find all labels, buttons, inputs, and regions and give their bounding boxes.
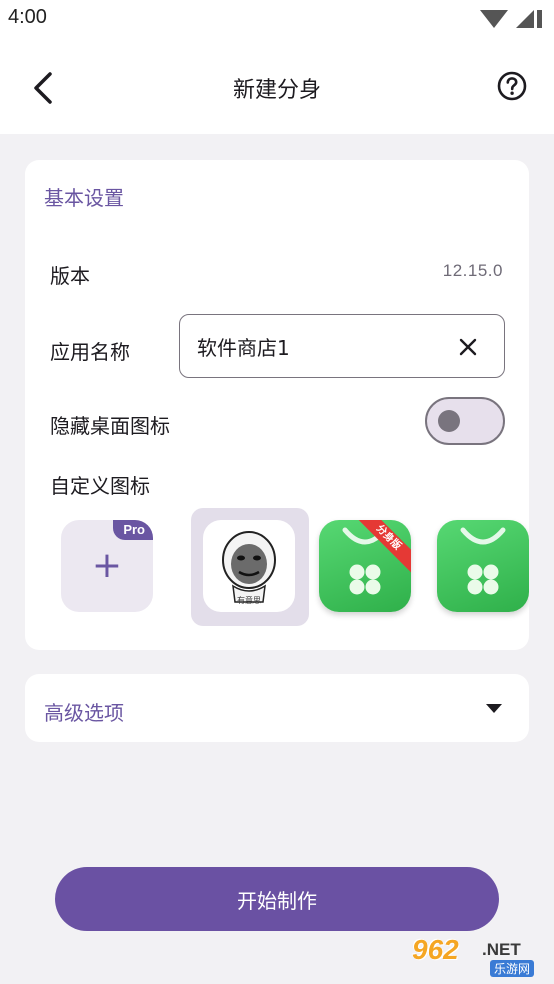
watermark-sub: 乐游网 [490, 960, 535, 977]
status-icons [480, 10, 542, 28]
app-name-field[interactable] [179, 314, 505, 378]
pro-badge: Pro [113, 520, 153, 540]
app-name-label: 应用名称 [50, 340, 130, 364]
watermark-net: .NET [482, 940, 521, 959]
custom-icon-label: 自定义图标 [50, 474, 150, 498]
toggle-knob [438, 410, 460, 432]
version-label: 版本 [50, 264, 90, 288]
icon-option-store-clone[interactable]: 分身版 [319, 508, 437, 626]
custom-icon-list: Pro + 有意思 分身版 [61, 508, 529, 626]
icon-option-meme-face[interactable]: 有意思 [191, 508, 309, 626]
status-bar: 4:00 [0, 0, 554, 38]
page-title: 新建分身 [232, 78, 321, 103]
store-bag-icon [342, 527, 388, 595]
basic-settings-card: 基本设置 版本 12.15.0 应用名称 隐藏桌面图标 自定义图标 Pro + [25, 160, 529, 650]
advanced-options-card[interactable]: 高级选项 [25, 674, 529, 742]
wifi-icon [480, 10, 508, 28]
section-title-basic: 基本设置 [44, 186, 124, 210]
dropdown-arrow-icon[interactable] [485, 702, 503, 714]
version-value: 12.15.0 [442, 261, 503, 280]
clear-icon[interactable] [454, 333, 482, 361]
plus-icon: + [91, 545, 123, 586]
hide-icon-label: 隐藏桌面图标 [50, 414, 170, 438]
battery-icon [537, 10, 542, 28]
status-time: 4:00 [8, 6, 47, 28]
help-icon[interactable] [496, 70, 528, 102]
store-bag-icon [460, 527, 506, 595]
start-button[interactable]: 开始制作 [55, 867, 499, 931]
meme-face-caption: 有意思 [237, 596, 261, 605]
app-bar: 新建分身 [0, 38, 554, 134]
app-name-input[interactable] [197, 331, 437, 361]
advanced-options-title: 高级选项 [44, 701, 124, 725]
hide-icon-toggle[interactable] [425, 397, 505, 445]
add-icon-option[interactable]: Pro + [61, 508, 179, 626]
watermark-number: 962 [412, 934, 459, 965]
signal-icon [516, 10, 534, 28]
icon-option-store[interactable] [437, 508, 529, 626]
watermark-logo: 962 .NET 乐游网 [412, 934, 548, 980]
